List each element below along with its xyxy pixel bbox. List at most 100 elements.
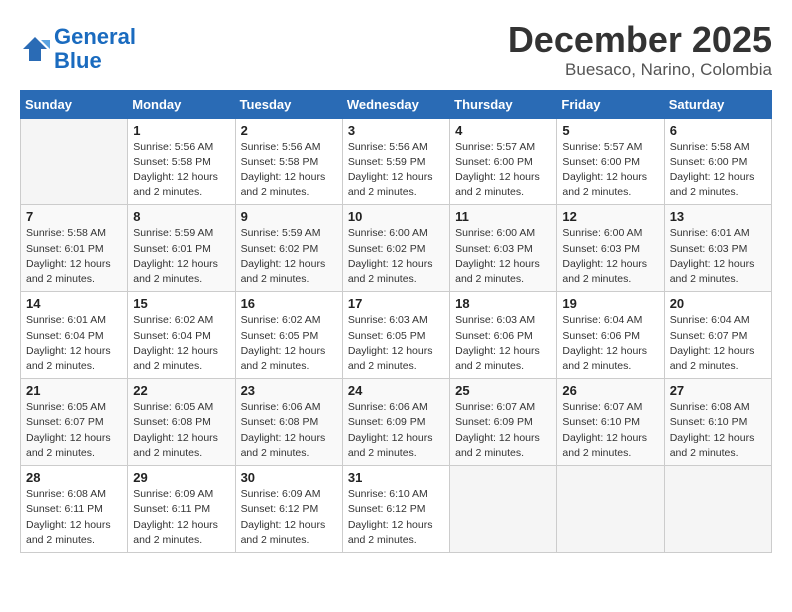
calendar-subtitle: Buesaco, Narino, Colombia <box>508 60 772 80</box>
calendar-header-row: SundayMondayTuesdayWednesdayThursdayFrid… <box>21 90 772 118</box>
calendar-cell: 22 Sunrise: 6:05 AMSunset: 6:08 PMDayligh… <box>128 379 235 466</box>
calendar-cell: 15Sunrise: 6:02 AMSunset: 6:04 PMDayligh… <box>128 292 235 379</box>
day-number: 21 <box>26 383 122 398</box>
day-number: 6 <box>670 123 766 138</box>
day-info: Sunrise: 6:02 AMSunset: 6:05 PMDaylight:… <box>241 313 337 374</box>
calendar-cell: 27 Sunrise: 6:08 AMSunset: 6:10 PMDayligh… <box>664 379 771 466</box>
calendar-cell <box>557 466 664 553</box>
day-info: Sunrise: 6:03 AMSunset: 6:06 PMDaylight:… <box>455 313 551 374</box>
logo-line1: General <box>54 24 136 49</box>
logo: General Blue <box>20 25 136 73</box>
day-number: 22 <box>133 383 229 398</box>
day-info: Sunrise: 6:07 AMSunset: 6:10 PMDaylight:… <box>562 400 658 461</box>
day-info: Sunrise: 6:01 AMSunset: 6:03 PMDaylight:… <box>670 226 766 287</box>
logo-text: General Blue <box>54 25 136 73</box>
day-info: Sunrise: 6:03 AMSunset: 6:05 PMDaylight:… <box>348 313 444 374</box>
calendar-cell: 28 Sunrise: 6:08 AMSunset: 6:11 PMDayligh… <box>21 466 128 553</box>
calendar-cell: 31 Sunrise: 6:10 AMSunset: 6:12 PMDayligh… <box>342 466 449 553</box>
calendar-cell: 5Sunrise: 5:57 AMSunset: 6:00 PMDaylight… <box>557 118 664 205</box>
calendar-cell: 9Sunrise: 5:59 AMSunset: 6:02 PMDaylight… <box>235 205 342 292</box>
day-info: Sunrise: 5:56 AMSunset: 5:58 PMDaylight:… <box>133 140 229 201</box>
day-number: 5 <box>562 123 658 138</box>
day-info: Sunrise: 6:08 AMSunset: 6:11 PMDaylight:… <box>26 487 122 548</box>
calendar-cell <box>450 466 557 553</box>
calendar-week-row: 28 Sunrise: 6:08 AMSunset: 6:11 PMDayligh… <box>21 466 772 553</box>
calendar-week-row: 21 Sunrise: 6:05 AMSunset: 6:07 PMDayligh… <box>21 379 772 466</box>
calendar-cell <box>21 118 128 205</box>
calendar-cell: 10 Sunrise: 6:00 AMSunset: 6:02 PMDayligh… <box>342 205 449 292</box>
day-info: Sunrise: 6:01 AMSunset: 6:04 PMDaylight:… <box>26 313 122 374</box>
day-number: 18 <box>455 296 551 311</box>
calendar-week-row: 14 Sunrise: 6:01 AMSunset: 6:04 PMDayligh… <box>21 292 772 379</box>
day-info: Sunrise: 5:57 AMSunset: 6:00 PMDaylight:… <box>455 140 551 201</box>
day-info: Sunrise: 6:06 AMSunset: 6:09 PMDaylight:… <box>348 400 444 461</box>
calendar-cell: 16 Sunrise: 6:02 AMSunset: 6:05 PMDayligh… <box>235 292 342 379</box>
day-info: Sunrise: 6:09 AMSunset: 6:12 PMDaylight:… <box>241 487 337 548</box>
day-info: Sunrise: 6:08 AMSunset: 6:10 PMDaylight:… <box>670 400 766 461</box>
day-info: Sunrise: 5:59 AMSunset: 6:01 PMDaylight:… <box>133 226 229 287</box>
day-number: 12 <box>562 209 658 224</box>
day-number: 30 <box>241 470 337 485</box>
day-number: 13 <box>670 209 766 224</box>
calendar-title: December 2025 <box>508 20 772 60</box>
calendar-week-row: 1 Sunrise: 5:56 AMSunset: 5:58 PMDaylight… <box>21 118 772 205</box>
day-info: Sunrise: 5:56 AMSunset: 5:59 PMDaylight:… <box>348 140 444 201</box>
calendar-cell: 8 Sunrise: 5:59 AMSunset: 6:01 PMDaylight… <box>128 205 235 292</box>
column-header-saturday: Saturday <box>664 90 771 118</box>
logo-line2: Blue <box>54 48 102 73</box>
day-number: 31 <box>348 470 444 485</box>
calendar-cell: 11Sunrise: 6:00 AMSunset: 6:03 PMDayligh… <box>450 205 557 292</box>
day-info: Sunrise: 6:02 AMSunset: 6:04 PMDaylight:… <box>133 313 229 374</box>
calendar-table: SundayMondayTuesdayWednesdayThursdayFrid… <box>20 90 772 553</box>
day-info: Sunrise: 6:00 AMSunset: 6:03 PMDaylight:… <box>562 226 658 287</box>
day-number: 11 <box>455 209 551 224</box>
day-number: 7 <box>26 209 122 224</box>
calendar-cell: 19Sunrise: 6:04 AMSunset: 6:06 PMDayligh… <box>557 292 664 379</box>
calendar-cell: 21 Sunrise: 6:05 AMSunset: 6:07 PMDayligh… <box>21 379 128 466</box>
day-info: Sunrise: 5:56 AMSunset: 5:58 PMDaylight:… <box>241 140 337 201</box>
calendar-cell: 1 Sunrise: 5:56 AMSunset: 5:58 PMDaylight… <box>128 118 235 205</box>
column-header-friday: Friday <box>557 90 664 118</box>
calendar-cell: 18 Sunrise: 6:03 AMSunset: 6:06 PMDayligh… <box>450 292 557 379</box>
column-header-sunday: Sunday <box>21 90 128 118</box>
column-header-monday: Monday <box>128 90 235 118</box>
day-number: 10 <box>348 209 444 224</box>
calendar-cell: 23 Sunrise: 6:06 AMSunset: 6:08 PMDayligh… <box>235 379 342 466</box>
day-number: 16 <box>241 296 337 311</box>
day-info: Sunrise: 6:00 AMSunset: 6:02 PMDaylight:… <box>348 226 444 287</box>
calendar-cell: 20Sunrise: 6:04 AMSunset: 6:07 PMDayligh… <box>664 292 771 379</box>
day-info: Sunrise: 6:04 AMSunset: 6:07 PMDaylight:… <box>670 313 766 374</box>
day-number: 23 <box>241 383 337 398</box>
calendar-cell: 2Sunrise: 5:56 AMSunset: 5:58 PMDaylight… <box>235 118 342 205</box>
day-info: Sunrise: 5:58 AMSunset: 6:00 PMDaylight:… <box>670 140 766 201</box>
day-info: Sunrise: 6:10 AMSunset: 6:12 PMDaylight:… <box>348 487 444 548</box>
column-header-thursday: Thursday <box>450 90 557 118</box>
calendar-cell: 29 Sunrise: 6:09 AMSunset: 6:11 PMDayligh… <box>128 466 235 553</box>
day-number: 25 <box>455 383 551 398</box>
calendar-cell: 14 Sunrise: 6:01 AMSunset: 6:04 PMDayligh… <box>21 292 128 379</box>
day-info: Sunrise: 6:07 AMSunset: 6:09 PMDaylight:… <box>455 400 551 461</box>
day-number: 28 <box>26 470 122 485</box>
day-info: Sunrise: 5:59 AMSunset: 6:02 PMDaylight:… <box>241 226 337 287</box>
calendar-cell: 24Sunrise: 6:06 AMSunset: 6:09 PMDayligh… <box>342 379 449 466</box>
day-number: 26 <box>562 383 658 398</box>
calendar-cell <box>664 466 771 553</box>
day-number: 3 <box>348 123 444 138</box>
page-header: General Blue December 2025 Buesaco, Nari… <box>20 20 772 80</box>
day-info: Sunrise: 6:05 AMSunset: 6:08 PMDaylight:… <box>133 400 229 461</box>
day-number: 1 <box>133 123 229 138</box>
column-header-wednesday: Wednesday <box>342 90 449 118</box>
day-info: Sunrise: 6:06 AMSunset: 6:08 PMDaylight:… <box>241 400 337 461</box>
day-info: Sunrise: 6:09 AMSunset: 6:11 PMDaylight:… <box>133 487 229 548</box>
column-header-tuesday: Tuesday <box>235 90 342 118</box>
day-number: 17 <box>348 296 444 311</box>
calendar-cell: 7Sunrise: 5:58 AMSunset: 6:01 PMDaylight… <box>21 205 128 292</box>
day-info: Sunrise: 6:05 AMSunset: 6:07 PMDaylight:… <box>26 400 122 461</box>
calendar-cell: 13 Sunrise: 6:01 AMSunset: 6:03 PMDayligh… <box>664 205 771 292</box>
day-number: 27 <box>670 383 766 398</box>
title-block: December 2025 Buesaco, Narino, Colombia <box>508 20 772 80</box>
calendar-cell: 25 Sunrise: 6:07 AMSunset: 6:09 PMDayligh… <box>450 379 557 466</box>
day-number: 14 <box>26 296 122 311</box>
day-number: 8 <box>133 209 229 224</box>
day-number: 29 <box>133 470 229 485</box>
